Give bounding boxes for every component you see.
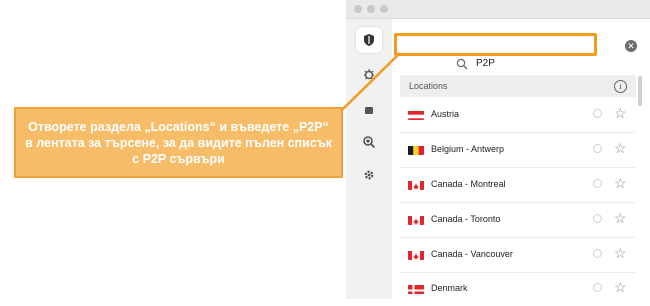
callout-text: Отворете раздела „Locations“ и въведете … xyxy=(25,119,332,166)
instruction-callout: Отворете раздела „Locations“ и въведете … xyxy=(14,107,343,178)
